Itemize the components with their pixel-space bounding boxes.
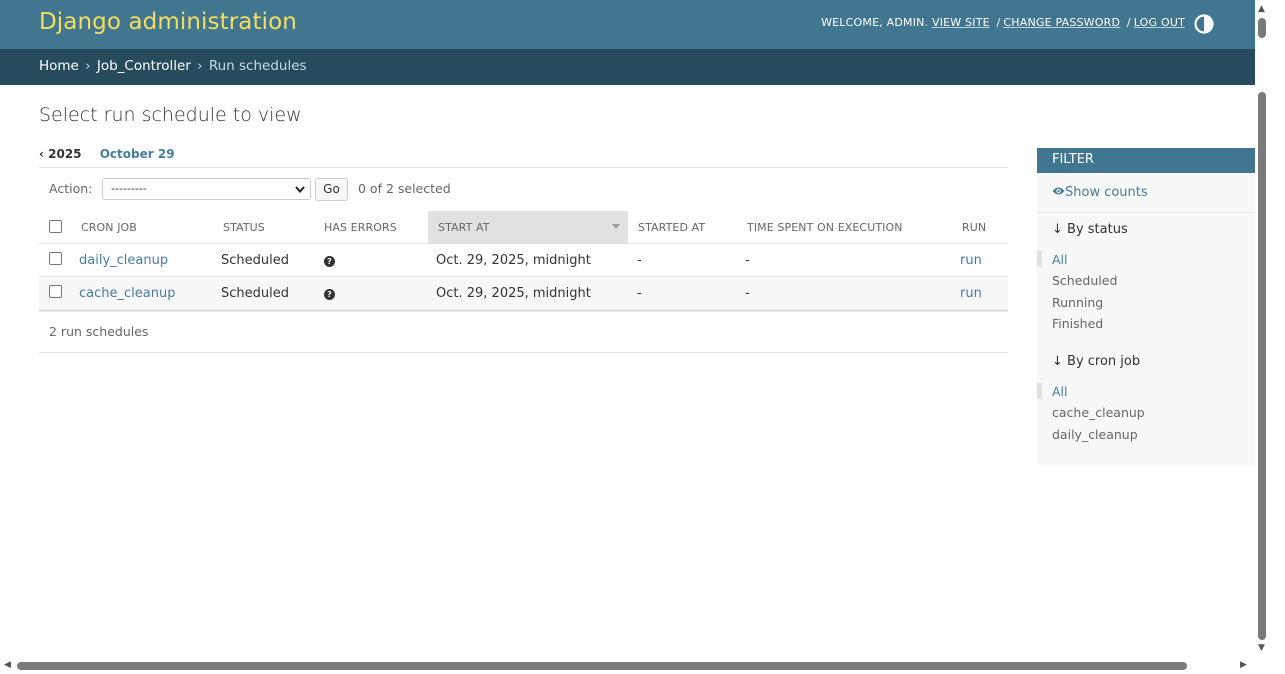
scroll-down-icon[interactable]: ▼ <box>1258 643 1265 653</box>
view-site-link[interactable]: View site <box>932 16 990 29</box>
filter-by-status-title[interactable]: ↓ By status <box>1052 222 1128 237</box>
paginator: 2 run schedules <box>49 324 149 339</box>
table-row: daily_cleanup Scheduled ? Oct. 29, 2025,… <box>39 244 1008 277</box>
divider <box>39 352 1008 353</box>
filter-sidebar: Filter Show counts ↓ By status All Sched… <box>1037 148 1255 465</box>
filter-status-all[interactable]: All <box>1052 252 1068 267</box>
action-select[interactable]: --------- <box>102 178 311 200</box>
actions-bar: Action: --------- Go 0 of 2 selected <box>39 168 1008 210</box>
go-button[interactable]: Go <box>315 178 348 201</box>
horizontal-scrollbar[interactable]: ◀ ▶ <box>0 660 1255 674</box>
filter-status-scheduled[interactable]: Scheduled <box>1052 273 1117 288</box>
selection-counter: 0 of 2 selected <box>358 181 451 196</box>
table-header: Cron job Status Has errors Start at Star… <box>39 211 1008 244</box>
divider <box>1037 212 1255 213</box>
separator: / <box>1126 16 1131 29</box>
filter-cron-job-cache-cleanup[interactable]: cache_cleanup <box>1052 405 1145 420</box>
scroll-left-icon[interactable]: ◀ <box>4 660 11 670</box>
divider <box>39 310 1008 312</box>
selected-indicator <box>1037 383 1042 399</box>
filter-by-cron-job-title[interactable]: ↓ By cron job <box>1052 354 1140 369</box>
unknown-icon: ? <box>324 256 335 267</box>
chevron-down-icon <box>295 186 305 194</box>
header: Django administration Welcome, admin. Vi… <box>0 0 1255 49</box>
run-link[interactable]: run <box>960 286 982 301</box>
cron-job-link[interactable]: cache_cleanup <box>79 286 175 301</box>
unknown-icon: ? <box>324 289 335 300</box>
change-password-link[interactable]: Change password <box>1003 16 1120 29</box>
breadcrumb-app[interactable]: Job_Controller <box>97 58 191 74</box>
column-header-started-at[interactable]: Started at <box>638 211 705 243</box>
show-counts-label: Show counts <box>1065 185 1148 200</box>
row-checkbox[interactable] <box>49 285 62 298</box>
scroll-right-icon[interactable]: ▶ <box>1240 660 1247 670</box>
filter-cron-job-all[interactable]: All <box>1052 384 1068 399</box>
breadcrumb-current: Run schedules <box>208 58 307 74</box>
filter-status-running[interactable]: Running <box>1052 295 1103 310</box>
date-current: October 29 <box>99 147 175 161</box>
breadcrumb-separator: › <box>197 58 203 74</box>
column-header-start-at[interactable]: Start at <box>428 211 628 243</box>
filter-status-finished[interactable]: Finished <box>1052 316 1103 331</box>
cron-job-link[interactable]: daily_cleanup <box>79 253 168 268</box>
scrollbar-thumb[interactable] <box>17 662 1187 670</box>
selected-indicator <box>1037 251 1042 267</box>
table-row: cache_cleanup Scheduled ? Oct. 29, 2025,… <box>39 277 1008 310</box>
site-brand[interactable]: Django administration <box>39 9 297 35</box>
started-at-cell: - <box>637 253 642 268</box>
eye-icon <box>1052 187 1065 195</box>
column-header-status[interactable]: Status <box>223 211 265 243</box>
theme-toggle-icon[interactable] <box>1194 14 1214 34</box>
scroll-up-icon[interactable]: ▲ <box>1258 4 1265 14</box>
welcome-text: Welcome, <box>821 16 887 29</box>
action-label: Action: <box>49 181 93 196</box>
username: admin <box>886 16 925 29</box>
breadcrumb-home[interactable]: Home <box>39 58 79 74</box>
started-at-cell: - <box>637 286 642 301</box>
date-back-link[interactable]: ‹ 2025 <box>39 147 82 161</box>
filter-cron-job-daily-cleanup[interactable]: daily_cleanup <box>1052 427 1138 442</box>
page-title: Select run schedule to view <box>39 104 302 126</box>
sort-descending-icon[interactable] <box>612 224 620 229</box>
row-checkbox[interactable] <box>49 252 62 265</box>
run-link[interactable]: run <box>960 253 982 268</box>
page: Django administration Welcome, admin. Vi… <box>0 0 1255 660</box>
status-cell: Scheduled <box>221 286 289 301</box>
user-tools: Welcome, admin. View site / Change passwo… <box>821 16 1185 29</box>
filter-title: Filter <box>1037 148 1255 173</box>
column-header-run: Run <box>962 221 987 234</box>
time-spent-cell: - <box>745 286 750 301</box>
column-header-has-errors[interactable]: Has errors <box>324 211 397 243</box>
breadcrumb-separator: › <box>85 58 91 74</box>
select-all-checkbox[interactable] <box>49 220 62 233</box>
date-hierarchy: ‹ 2025 October 29 <box>39 147 175 161</box>
start-at-cell: Oct. 29, 2025, midnight <box>436 253 591 268</box>
scrollbar-thumb[interactable] <box>1258 92 1266 640</box>
column-header-start-at-label: Start at <box>438 221 490 234</box>
log-out-link[interactable]: Log out <box>1134 16 1185 29</box>
vertical-scrollbar[interactable]: ▲ ▼ <box>1255 0 1285 674</box>
status-cell: Scheduled <box>221 253 289 268</box>
column-header-cron-job[interactable]: Cron job <box>81 211 137 243</box>
column-header-time-spent[interactable]: Time spent on execution <box>747 211 903 243</box>
scrollbar-thumb[interactable] <box>1258 18 1266 38</box>
time-spent-cell: - <box>745 253 750 268</box>
separator: / <box>996 16 1001 29</box>
breadcrumb: Home › Job_Controller › Run schedules <box>0 49 1255 85</box>
start-at-cell: Oct. 29, 2025, midnight <box>436 286 591 301</box>
action-select-value: --------- <box>111 182 147 195</box>
show-counts-link[interactable]: Show counts <box>1052 185 1148 200</box>
